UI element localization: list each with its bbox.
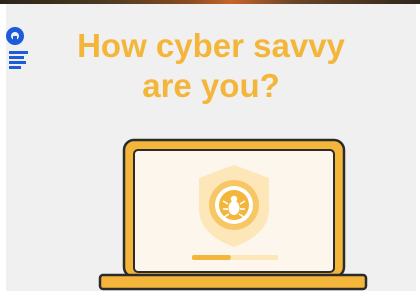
- title-line-2: are you?: [142, 67, 280, 104]
- progress-bar: [192, 255, 278, 260]
- title-line-1: How cyber savvy: [77, 27, 345, 64]
- slide-title: How cyber savvy are you?: [6, 26, 416, 106]
- laptop-base: [98, 273, 368, 291]
- slide: How cyber savvy are you?: [6, 4, 416, 291]
- progress-fill: [192, 255, 231, 260]
- video-frame: How cyber savvy are you?: [0, 0, 420, 291]
- laptop-icon: [98, 138, 368, 291]
